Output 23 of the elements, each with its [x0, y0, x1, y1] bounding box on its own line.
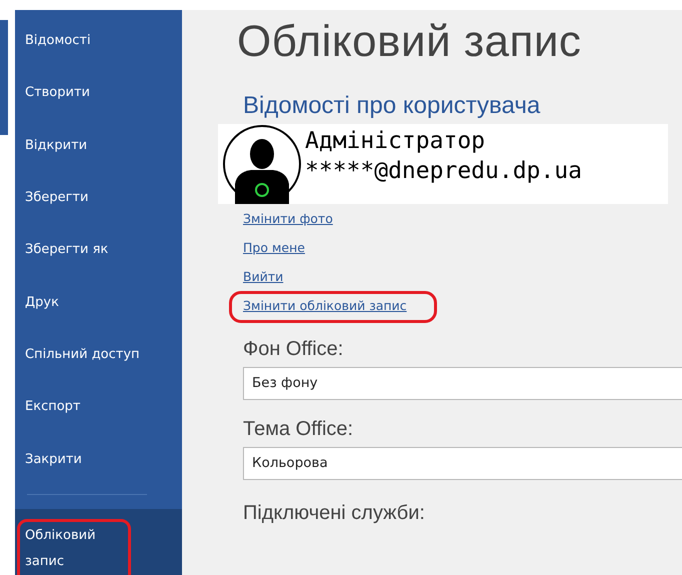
sidebar-item[interactable]: Закрити — [15, 442, 182, 494]
sidebar-item[interactable]: Зберегти як — [15, 232, 182, 285]
sidebar-item[interactable]: Відкрити — [15, 128, 182, 180]
sidebar-item[interactable]: Спільний доступ — [15, 336, 182, 390]
services-heading: Підключені служби: — [243, 502, 426, 525]
dropdown-field[interactable]: Без фону — [243, 367, 682, 400]
dropdown-field[interactable]: Кольорова — [243, 447, 682, 480]
sidebar-item[interactable]: Створити — [15, 75, 182, 128]
account-link[interactable]: Вийти — [243, 269, 284, 284]
account-link[interactable]: Змінити фото — [243, 211, 333, 226]
setting-label: Тема Office: — [243, 418, 354, 441]
user-name: Адміністратор — [305, 127, 486, 156]
sidebar-item[interactable]: Зберегти — [15, 180, 182, 232]
sidebar-item[interactable]: Друк — [15, 284, 182, 337]
account-link[interactable]: Змінити обліковий запис — [243, 298, 407, 313]
user-email: *****@dnepredu.dp.ua — [305, 157, 583, 186]
account-link[interactable]: Про мене — [243, 240, 305, 255]
page-title: Обліковий запис — [237, 16, 582, 68]
sidebar-item[interactable]: Обліковий запис — [15, 508, 182, 575]
section-title: Відомості про користувача — [243, 92, 542, 120]
sidebar-item[interactable]: Експорт — [15, 389, 182, 442]
setting-label: Фон Office: — [243, 338, 344, 361]
sidebar-item[interactable]: Відомості — [15, 23, 182, 76]
